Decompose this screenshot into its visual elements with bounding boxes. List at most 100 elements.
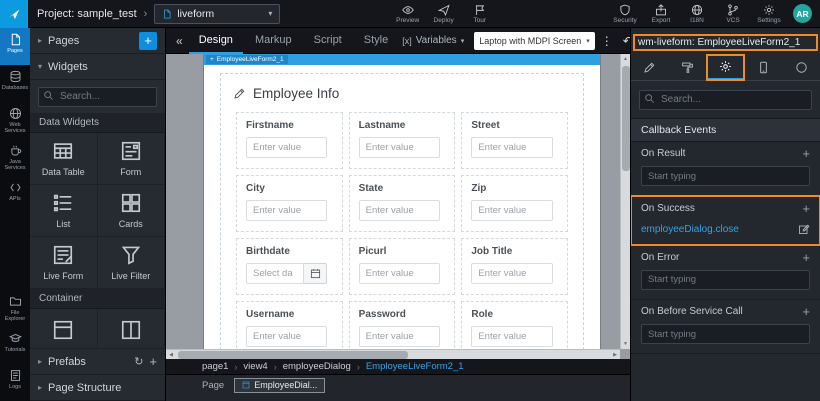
widget-live-filter[interactable]: Live Filter — [98, 237, 166, 289]
vertical-scrollbar[interactable]: ▲ ▼ — [620, 54, 630, 349]
design-canvas[interactable]: + EmployeeLiveForm2_1 Employee Info — [166, 54, 630, 359]
selected-form-highlight[interactable]: + EmployeeLiveForm2_1 — [204, 54, 600, 65]
container-widget[interactable] — [98, 309, 166, 349]
page-structure-panel-header[interactable]: ▸ Page Structure — [30, 375, 165, 401]
tab-markup[interactable]: Markup — [245, 28, 302, 54]
add-action-button[interactable]: + — [802, 251, 810, 264]
breadcrumb-item-employeedialog[interactable]: employeeDialog — [283, 361, 351, 372]
widget-cards[interactable]: Cards — [98, 185, 166, 237]
prefabs-panel-header[interactable]: ▸ Prefabs ↻ + — [30, 349, 165, 375]
tab-device[interactable] — [744, 55, 782, 80]
widget-live-form[interactable]: Live Form — [30, 237, 98, 289]
tab-properties[interactable] — [631, 55, 669, 80]
breadcrumb-item-view4[interactable]: view4 — [243, 361, 267, 372]
date-input[interactable] — [246, 263, 304, 284]
date-picker-button[interactable] — [304, 263, 327, 284]
tab-events[interactable] — [707, 55, 745, 80]
wavemaker-logo[interactable] — [0, 0, 28, 28]
form-field-birthdate[interactable]: Birthdate — [236, 238, 343, 295]
tab-styles[interactable] — [669, 55, 707, 80]
form-field-role[interactable]: Role — [461, 301, 568, 349]
tab-script[interactable]: Script — [304, 28, 352, 54]
settings-button[interactable]: Settings — [751, 4, 787, 24]
field-input[interactable] — [471, 326, 552, 347]
breadcrumb-item-page1[interactable]: page1 — [202, 361, 228, 372]
field-input[interactable] — [471, 200, 552, 221]
more-options-icon[interactable]: ⋮ — [597, 34, 617, 48]
export-button[interactable]: Export — [643, 4, 679, 24]
form-field-city[interactable]: City — [236, 175, 343, 232]
variables-dropdown[interactable]: [x] Variables ▾ — [402, 35, 464, 46]
preview-button[interactable]: Preview — [390, 4, 426, 24]
add-action-button[interactable]: + — [802, 147, 810, 160]
widgets-panel-header[interactable]: ▾ Widgets — [30, 54, 165, 80]
form-field-password[interactable]: Password — [349, 301, 456, 349]
widget-form[interactable]: Form — [98, 133, 166, 185]
event-handler-link[interactable]: employeeDialog.close — [641, 224, 739, 235]
form-field-firstname[interactable]: Firstname — [236, 112, 343, 169]
user-avatar[interactable]: AR — [793, 4, 812, 23]
add-prefab-button[interactable]: + — [149, 354, 157, 369]
tab-state[interactable] — [782, 55, 820, 80]
field-input[interactable] — [471, 137, 552, 158]
tab-style[interactable]: Style — [354, 28, 398, 54]
form-field-lastname[interactable]: Lastname — [349, 112, 456, 169]
field-input[interactable] — [246, 326, 327, 347]
form-selection-tag[interactable]: + EmployeeLiveForm2_1 — [206, 55, 288, 64]
tour-button[interactable]: Tour — [462, 4, 498, 24]
rail-item-file-explorer[interactable]: File Explorer — [0, 290, 30, 327]
form-field-state[interactable]: State — [349, 175, 456, 232]
page-selector-dropdown[interactable]: liveform ▾ — [154, 4, 280, 24]
rail-item-databases[interactable]: Databases — [0, 65, 30, 102]
rail-item-pages[interactable]: Pages — [0, 28, 30, 65]
widget-search-input[interactable] — [38, 87, 157, 107]
edit-handler-button[interactable] — [798, 223, 810, 235]
field-input[interactable] — [246, 200, 327, 221]
form-field-username[interactable]: Username — [236, 301, 343, 349]
field-input[interactable] — [359, 263, 440, 284]
page-sheet[interactable]: + EmployeeLiveForm2_1 Employee Info — [204, 54, 600, 349]
rail-item-tutorials[interactable]: Tutorials — [0, 327, 30, 364]
widget-data-table[interactable]: Data Table — [30, 133, 98, 185]
form-field-zip[interactable]: Zip — [461, 175, 568, 232]
tab-design[interactable]: Design — [189, 28, 243, 54]
rail-item-logs[interactable]: Logs — [0, 364, 30, 401]
live-form-container[interactable]: Employee Info Firstname Lastname — [220, 73, 584, 349]
vcs-button[interactable]: VCS — [715, 4, 751, 24]
rail-item-web-services[interactable]: Web Services — [0, 102, 30, 139]
widget-list[interactable]: List — [30, 185, 98, 237]
add-action-button[interactable]: + — [802, 202, 810, 215]
scroll-right-icon[interactable]: ▶ — [610, 350, 620, 359]
event-handler-input[interactable] — [641, 324, 810, 344]
form-field-street[interactable]: Street — [461, 112, 568, 169]
scroll-left-icon[interactable]: ◀ — [166, 350, 176, 359]
pages-panel-header[interactable]: ▸ Pages + — [30, 28, 165, 54]
device-selector[interactable]: Laptop with MDPI Screen ▾ — [474, 32, 595, 50]
add-page-button[interactable]: + — [139, 32, 157, 50]
rail-item-apis[interactable]: APIs — [0, 176, 30, 213]
field-input[interactable] — [359, 200, 440, 221]
form-field-picurl[interactable]: Picurl — [349, 238, 456, 295]
tab-employee-dialog[interactable]: EmployeeDial... — [234, 378, 325, 393]
refresh-icon[interactable]: ↻ — [134, 355, 143, 368]
field-input[interactable] — [359, 326, 440, 347]
scrollbar-thumb[interactable] — [178, 351, 408, 359]
event-handler-input[interactable] — [641, 166, 810, 186]
security-button[interactable]: Security — [607, 4, 643, 24]
form-field-jobtitle[interactable]: Job Title — [461, 238, 568, 295]
events-search-input[interactable] — [639, 90, 812, 110]
scrollbar-thumb[interactable] — [622, 66, 630, 171]
scroll-up-icon[interactable]: ▲ — [621, 54, 630, 64]
container-widget[interactable] — [30, 309, 98, 349]
event-handler-input[interactable] — [641, 270, 810, 290]
horizontal-scrollbar[interactable]: ◀ ▶ — [166, 349, 620, 359]
add-action-button[interactable]: + — [802, 305, 810, 318]
breadcrumb-item-employeeliveform[interactable]: EmployeeLiveForm2_1 — [366, 361, 464, 372]
deploy-button[interactable]: Deploy — [426, 4, 462, 24]
field-input[interactable] — [359, 137, 440, 158]
field-input[interactable] — [246, 137, 327, 158]
field-input[interactable] — [471, 263, 552, 284]
rail-item-java-services[interactable]: Java Services — [0, 139, 30, 176]
i18n-button[interactable]: I18N — [679, 4, 715, 24]
scroll-down-icon[interactable]: ▼ — [621, 339, 630, 349]
